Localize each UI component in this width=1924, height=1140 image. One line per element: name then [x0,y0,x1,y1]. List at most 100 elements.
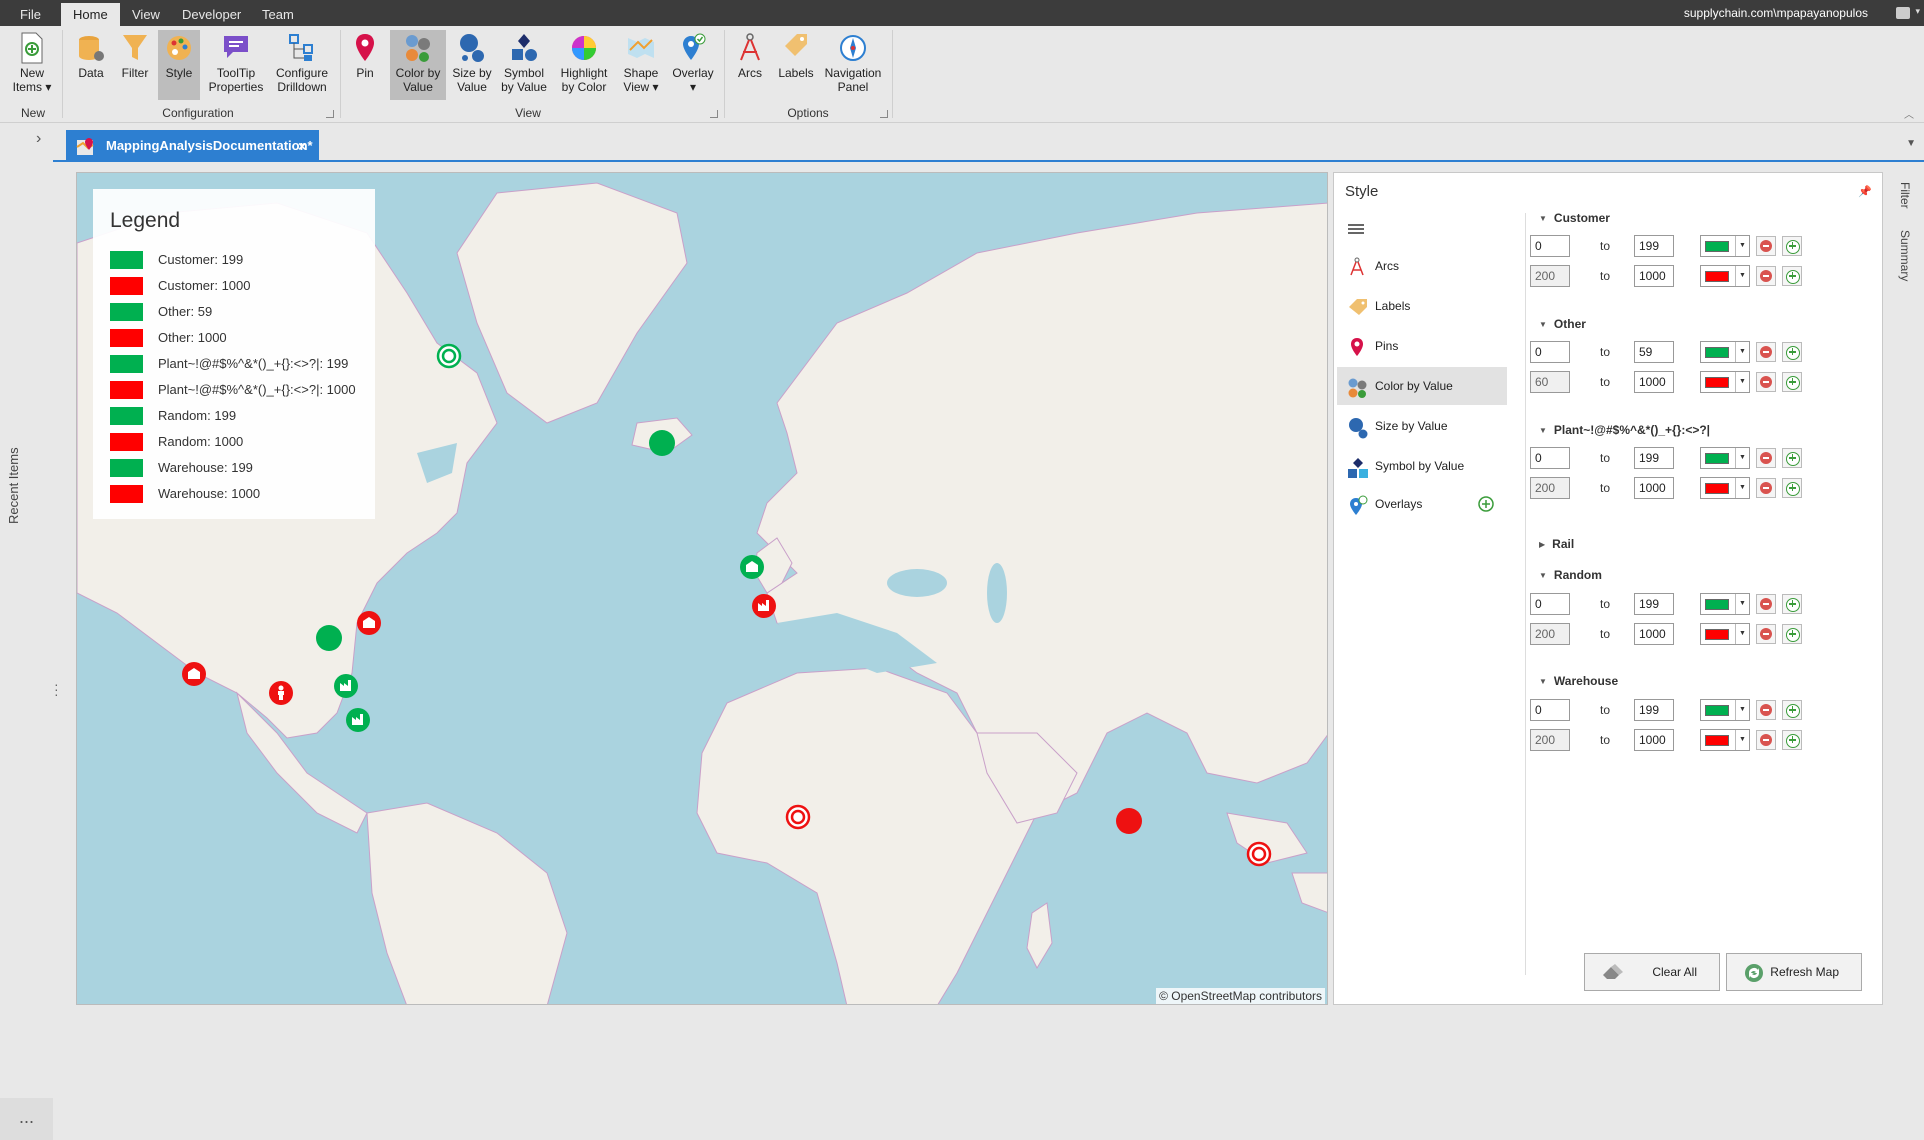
shape-view-button[interactable]: Shape View ▾ [620,30,662,100]
range-min-input[interactable]: 0 [1530,699,1570,721]
more-options-button[interactable]: ... [0,1098,53,1140]
tabs-dropdown-icon[interactable]: ▼ [1906,138,1916,149]
configuration-launcher-icon[interactable] [326,110,334,118]
range-max-input[interactable]: 1000 [1634,623,1674,645]
chevron-down-icon[interactable]: ▼ [1735,478,1749,498]
add-range-button[interactable] [1782,448,1802,468]
chevron-down-icon[interactable]: ▾ [1915,6,1920,17]
labels-button[interactable]: Labels [776,30,816,100]
add-range-button[interactable] [1782,236,1802,256]
add-overlay-icon[interactable] [1477,495,1495,513]
range-min-input[interactable]: 200 [1530,729,1570,751]
other-marker-red[interactable] [1115,807,1143,835]
other-marker-green[interactable] [648,429,676,457]
range-min-input[interactable]: 200 [1530,623,1570,645]
remove-range-button[interactable] [1756,372,1776,392]
color-picker[interactable]: ▼ [1700,265,1750,287]
remove-range-button[interactable] [1756,448,1776,468]
remove-range-button[interactable] [1756,594,1776,614]
highlight-by-color-button[interactable]: Highlight by Color [554,30,614,100]
random-marker-red[interactable] [785,804,811,830]
chevron-down-icon[interactable]: ▼ [1735,266,1749,286]
range-max-input[interactable]: 199 [1634,699,1674,721]
summary-side-tab[interactable]: Summary [1898,230,1912,281]
add-range-button[interactable] [1782,266,1802,286]
data-button[interactable]: Data [74,30,108,100]
plant-marker-green[interactable] [333,673,359,699]
chevron-down-icon[interactable]: ▼ [1735,342,1749,362]
add-range-button[interactable] [1782,700,1802,720]
nav-item-labels[interactable]: Labels [1337,287,1507,325]
nav-item-overlays[interactable]: Overlays [1337,485,1507,523]
range-min-input[interactable]: 0 [1530,341,1570,363]
nav-item-arcs[interactable]: Arcs [1337,247,1507,285]
section-header-other[interactable]: ▼ Other [1539,317,1586,331]
section-header-plant[interactable]: ▼ Plant~!@#$%^&*()_+{}:<>?| [1539,423,1710,437]
range-max-input[interactable]: 199 [1634,593,1674,615]
splitter-handle-icon[interactable]: · · · [54,677,59,701]
pin-button[interactable]: Pin [350,30,380,100]
add-range-button[interactable] [1782,372,1802,392]
range-max-input[interactable]: 1000 [1634,477,1674,499]
range-min-input[interactable]: 200 [1530,265,1570,287]
arcs-button[interactable]: Arcs [734,30,766,100]
tab-team[interactable]: Team [250,3,306,26]
add-range-button[interactable] [1782,478,1802,498]
remove-range-button[interactable] [1756,236,1776,256]
color-picker[interactable]: ▼ [1700,623,1750,645]
nav-item-size-by-value[interactable]: Size by Value [1337,407,1507,445]
range-min-input[interactable]: 0 [1530,593,1570,615]
warehouse-marker-red[interactable] [356,610,382,636]
range-max-input[interactable]: 199 [1634,235,1674,257]
add-range-button[interactable] [1782,594,1802,614]
filter-button[interactable]: Filter [118,30,152,100]
size-by-value-button[interactable]: Size by Value [450,30,494,100]
overlay-button[interactable]: Overlay ▾ [670,30,716,100]
color-picker[interactable]: ▼ [1700,371,1750,393]
section-header-customer[interactable]: ▼ Customer [1539,211,1610,225]
color-picker[interactable]: ▼ [1700,729,1750,751]
remove-range-button[interactable] [1756,730,1776,750]
nav-item-symbol-by-value[interactable]: Symbol by Value [1337,447,1507,485]
recent-items-tab[interactable]: Recent Items [6,447,21,524]
plant-marker-red[interactable] [751,593,777,619]
pin-panel-icon[interactable]: 📌 [1858,185,1872,198]
user-menu-icon[interactable] [1896,7,1910,19]
collapse-ribbon-icon[interactable]: ︿ [1904,106,1914,121]
remove-range-button[interactable] [1756,624,1776,644]
tab-developer[interactable]: Developer [170,3,253,26]
remove-range-button[interactable] [1756,478,1776,498]
warehouse-marker-green[interactable] [739,554,765,580]
document-tab[interactable]: MappingAnalysisDocumentation* × [66,130,319,162]
section-header-random[interactable]: ▼ Random [1539,568,1602,582]
range-max-input[interactable]: 1000 [1634,371,1674,393]
add-range-button[interactable] [1782,342,1802,362]
section-header-warehouse[interactable]: ▼ Warehouse [1539,674,1618,688]
chevron-down-icon[interactable]: ▼ [1735,700,1749,720]
other-marker-green[interactable] [315,624,343,652]
random-marker-green[interactable] [436,343,462,369]
color-picker[interactable]: ▼ [1700,699,1750,721]
range-max-input[interactable]: 1000 [1634,265,1674,287]
color-picker[interactable]: ▼ [1700,235,1750,257]
view-launcher-icon[interactable] [710,110,718,118]
options-launcher-icon[interactable] [880,110,888,118]
section-header-rail[interactable]: ▶ Rail [1539,537,1574,551]
chevron-down-icon[interactable]: ▼ [1735,448,1749,468]
chevron-down-icon[interactable]: ▼ [1735,730,1749,750]
style-button[interactable]: Style [158,30,200,100]
chevron-down-icon[interactable]: ▼ [1735,372,1749,392]
warehouse-marker-red[interactable] [181,661,207,687]
range-max-input[interactable]: 199 [1634,447,1674,469]
refresh-map-button[interactable]: Refresh Map [1726,953,1862,991]
add-range-button[interactable] [1782,730,1802,750]
color-picker[interactable]: ▼ [1700,477,1750,499]
add-range-button[interactable] [1782,624,1802,644]
expand-panel-icon[interactable]: › [36,130,41,148]
symbol-by-value-button[interactable]: Symbol by Value [500,30,548,100]
tab-view[interactable]: View [120,3,172,26]
random-marker-red[interactable] [1246,841,1272,867]
hamburger-menu-icon[interactable] [1348,224,1364,234]
color-picker[interactable]: ▼ [1700,447,1750,469]
range-max-input[interactable]: 1000 [1634,729,1674,751]
